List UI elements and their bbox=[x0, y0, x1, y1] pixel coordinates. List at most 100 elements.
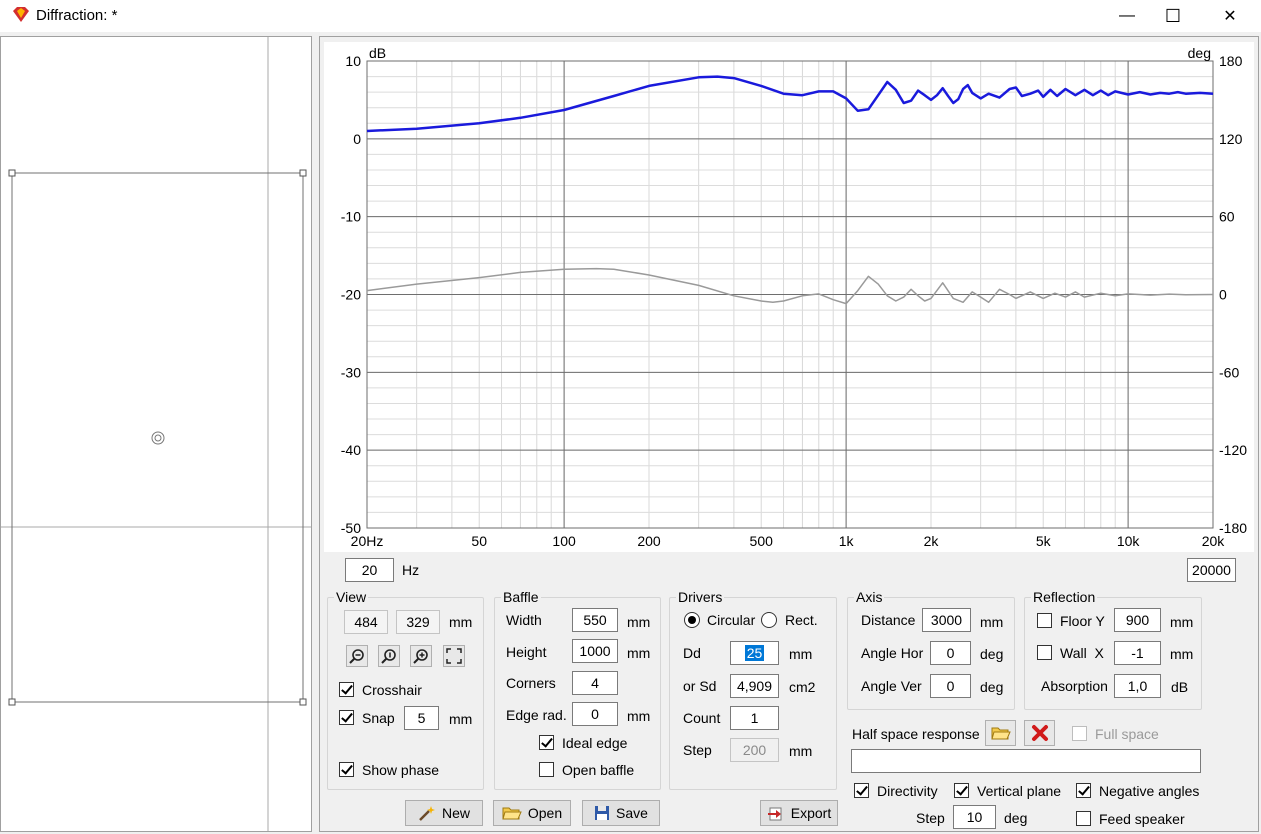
wall-label: Wall X bbox=[1060, 645, 1104, 661]
width-label: Width bbox=[506, 612, 542, 628]
feed-speaker-label: Feed speaker bbox=[1099, 811, 1185, 827]
zoom-in-icon[interactable] bbox=[410, 645, 432, 667]
count-input[interactable]: 1 bbox=[730, 706, 779, 730]
count-label: Count bbox=[683, 710, 721, 726]
full-space-label: Full space bbox=[1095, 726, 1159, 742]
directivity-step-unit-label: deg bbox=[1004, 810, 1028, 826]
sd-unit-label: cm2 bbox=[789, 679, 816, 695]
negative-angles-checkbox[interactable] bbox=[1076, 783, 1091, 798]
corner-handle bbox=[299, 169, 307, 177]
x-tick-label: 20Hz bbox=[351, 533, 384, 549]
directivity-step-input[interactable]: 10 bbox=[953, 805, 996, 829]
edge-radius-label: Edge rad. bbox=[506, 707, 567, 723]
view-width-input[interactable]: 484 bbox=[344, 610, 388, 634]
maximize-button[interactable]: ☐ bbox=[1150, 0, 1196, 32]
y-tick-label: -30 bbox=[341, 364, 361, 380]
distance-unit-label: mm bbox=[980, 614, 1004, 630]
distance-input[interactable]: 3000 bbox=[922, 608, 971, 632]
sd-input[interactable]: 4,909 bbox=[730, 674, 779, 698]
angle-ver-input[interactable]: 0 bbox=[930, 674, 971, 698]
snap-label: Snap bbox=[362, 710, 395, 726]
open-folder-icon[interactable] bbox=[985, 720, 1016, 746]
angle-ver-label: Angle Ver bbox=[861, 678, 922, 694]
rect-label: Rect. bbox=[785, 612, 818, 628]
width-input[interactable]: 550 bbox=[572, 608, 618, 632]
x-tick-label: 50 bbox=[471, 533, 487, 549]
open-button[interactable]: Open bbox=[493, 800, 571, 826]
floor-input[interactable]: 900 bbox=[1114, 608, 1161, 632]
fit-icon[interactable] bbox=[443, 645, 465, 667]
floor-checkbox[interactable] bbox=[1037, 613, 1052, 628]
directivity-checkbox[interactable] bbox=[854, 783, 869, 798]
frequency-response-chart[interactable]: 100-10-20-30-40-50180120600-60-120-18020… bbox=[324, 42, 1254, 552]
y2-tick-label: 0 bbox=[1219, 287, 1227, 303]
directivity-step-label: Step bbox=[916, 810, 945, 826]
x-tick-label: 200 bbox=[637, 533, 661, 549]
half-space-file-input[interactable] bbox=[851, 749, 1201, 773]
driver-step-label: Step bbox=[683, 742, 712, 758]
y2-tick-label: 180 bbox=[1219, 53, 1243, 69]
negative-angles-label: Negative angles bbox=[1099, 783, 1200, 799]
view-unit-label: mm bbox=[449, 614, 473, 630]
edge-radius-input[interactable]: 0 bbox=[572, 702, 618, 726]
dd-input[interactable]: 25 bbox=[730, 641, 779, 665]
zoom-out-icon[interactable] bbox=[346, 645, 368, 667]
baffle-canvas[interactable] bbox=[1, 37, 311, 831]
height-label: Height bbox=[506, 644, 547, 660]
open-baffle-label: Open baffle bbox=[562, 762, 635, 778]
chart-background bbox=[324, 42, 1254, 552]
save-button[interactable]: Save bbox=[582, 800, 660, 826]
edge-unit-label: mm bbox=[627, 708, 651, 724]
snap-input[interactable]: 5 bbox=[404, 706, 439, 730]
width-unit-label: mm bbox=[627, 614, 651, 630]
x-tick-label: 10k bbox=[1117, 533, 1141, 549]
snap-checkbox[interactable] bbox=[339, 710, 354, 725]
close-button[interactable]: ✕ bbox=[1207, 0, 1253, 32]
ideal-edge-checkbox[interactable] bbox=[539, 735, 554, 750]
vertical-plane-checkbox[interactable] bbox=[954, 783, 969, 798]
minimize-button[interactable]: — bbox=[1104, 0, 1150, 32]
feed-speaker-checkbox[interactable] bbox=[1076, 811, 1091, 826]
angle-hor-label: Angle Hor bbox=[861, 645, 924, 661]
open-baffle-checkbox[interactable] bbox=[539, 762, 554, 777]
angle-hor-input[interactable]: 0 bbox=[930, 641, 971, 665]
half-space-label: Half space response bbox=[852, 726, 980, 742]
x-tick-label: 1k bbox=[839, 533, 855, 549]
full-space-checkbox[interactable] bbox=[1072, 726, 1087, 741]
baffle-view[interactable] bbox=[0, 36, 312, 832]
ideal-edge-label: Ideal edge bbox=[562, 735, 628, 751]
wall-unit-label: mm bbox=[1170, 646, 1194, 662]
floor-unit-label: mm bbox=[1170, 614, 1194, 630]
wall-input[interactable]: -1 bbox=[1114, 641, 1161, 665]
corner-handle bbox=[8, 169, 16, 177]
absorption-label: Absorption bbox=[1041, 678, 1108, 694]
y-tick-label: -10 bbox=[341, 209, 361, 225]
new-button[interactable]: New bbox=[405, 800, 483, 826]
zoom-1-icon[interactable] bbox=[378, 645, 400, 667]
y-tick-label: 0 bbox=[353, 131, 361, 147]
export-button[interactable]: Export bbox=[760, 800, 838, 826]
driver-step-unit-label: mm bbox=[789, 743, 813, 759]
driver-step-input[interactable]: 200 bbox=[730, 738, 779, 762]
absorption-input[interactable]: 1,0 bbox=[1114, 674, 1161, 698]
crosshair-checkbox[interactable] bbox=[339, 682, 354, 697]
height-input[interactable]: 1000 bbox=[572, 639, 618, 663]
app-logo-icon bbox=[13, 7, 29, 22]
export-icon bbox=[767, 807, 782, 821]
delete-icon[interactable] bbox=[1024, 720, 1055, 746]
corners-input[interactable]: 4 bbox=[572, 671, 618, 695]
view-height-input[interactable]: 329 bbox=[396, 610, 440, 634]
circular-radio[interactable] bbox=[684, 612, 700, 628]
y2-tick-label: -60 bbox=[1219, 364, 1239, 380]
reflection-group-title: Reflection bbox=[1031, 589, 1098, 605]
x-tick-label: 500 bbox=[750, 533, 774, 549]
min-frequency-input[interactable]: 20 bbox=[345, 558, 394, 582]
wall-checkbox[interactable] bbox=[1037, 645, 1052, 660]
rect-radio[interactable] bbox=[761, 612, 777, 628]
max-frequency-input[interactable]: 20000 bbox=[1187, 558, 1236, 582]
snap-unit-label: mm bbox=[449, 711, 473, 727]
y-tick-label: -40 bbox=[341, 442, 361, 458]
axis-group-title: Axis bbox=[854, 589, 885, 605]
show-phase-checkbox[interactable] bbox=[339, 762, 354, 777]
distance-label: Distance bbox=[861, 612, 916, 628]
